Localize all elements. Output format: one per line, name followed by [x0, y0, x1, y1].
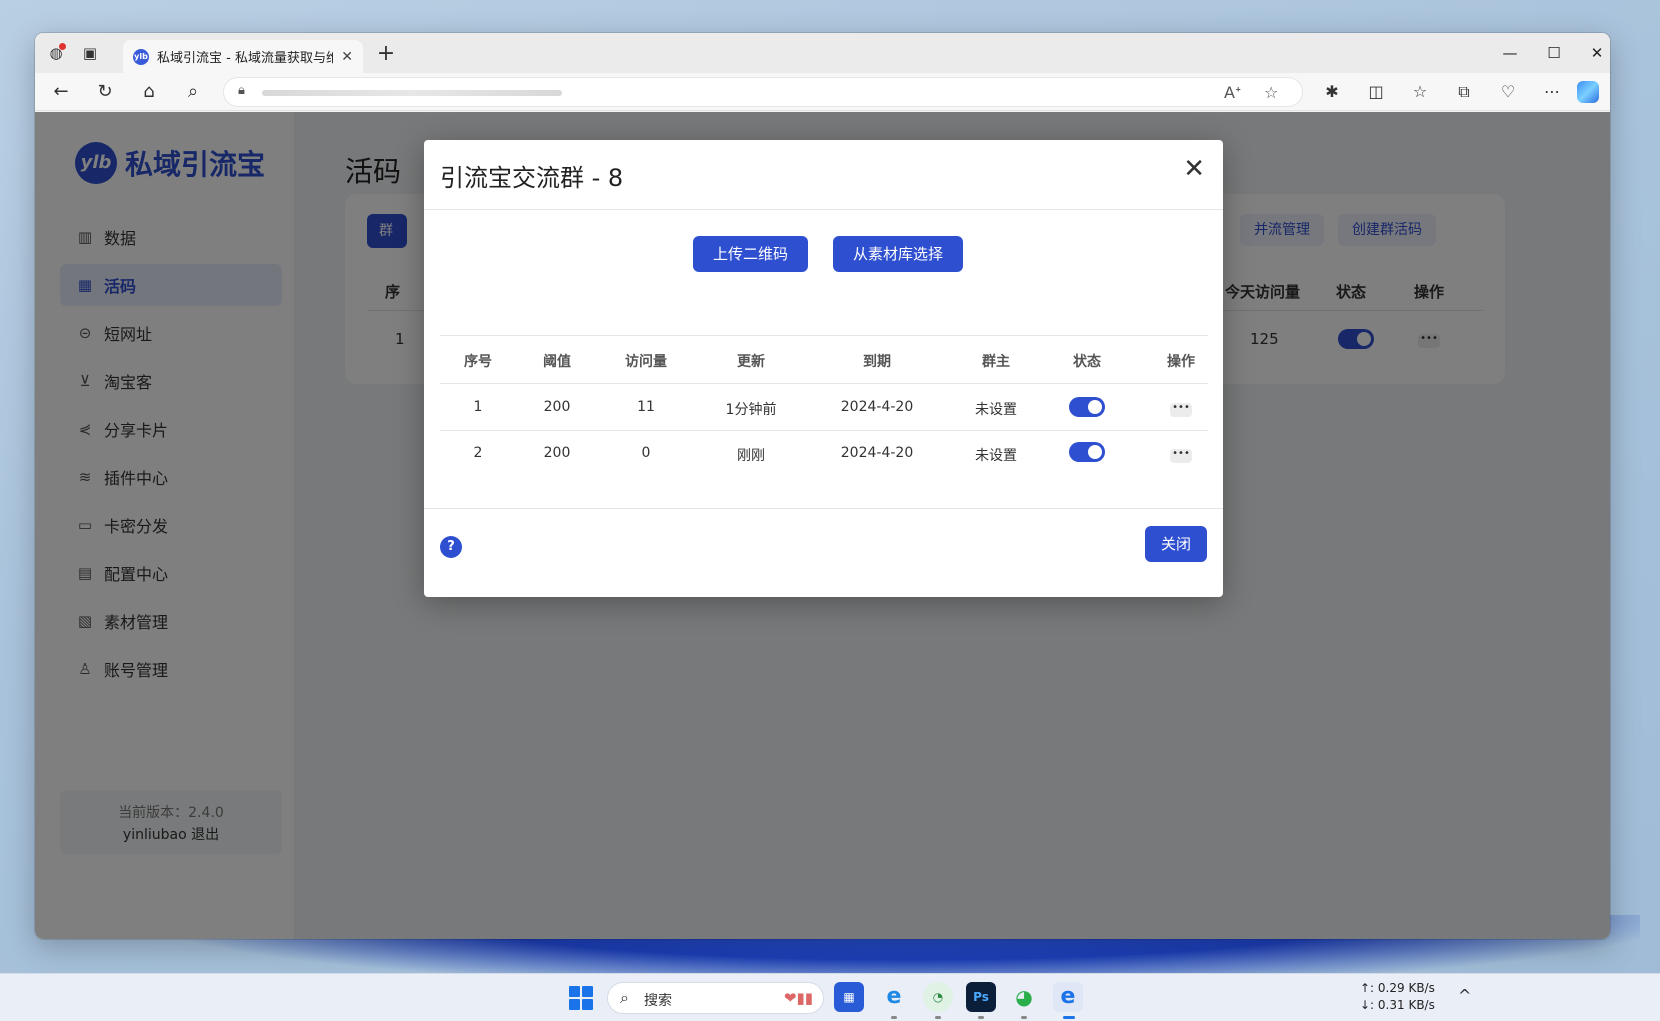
copilot-icon[interactable] — [1577, 81, 1599, 103]
taskbar-search[interactable]: ⌕ 搜索 ❤▮▮ — [607, 982, 824, 1014]
cell-visits: 11 — [637, 399, 655, 415]
wechat-icon[interactable]: ◕ — [1009, 982, 1039, 1012]
chat-app-icon[interactable]: ◔ — [923, 982, 953, 1012]
column-header-ops: 操作 — [1167, 354, 1195, 370]
search-highlight-icon: ❤▮▮ — [783, 989, 813, 1007]
network-speed: ↑: 0.29 KB/s ↓: 0.31 KB/s — [1360, 980, 1435, 1014]
column-header-updated: 更新 — [737, 354, 765, 370]
help-icon[interactable]: ? — [440, 536, 462, 558]
row-more-button[interactable]: ••• — [1170, 449, 1192, 463]
modal-title: 引流宝交流群 - 8 — [440, 164, 624, 192]
tab-actions-icon[interactable]: ▣ — [79, 42, 101, 64]
search-icon: ⌕ — [620, 988, 629, 1007]
modal-close-icon[interactable]: ✕ — [1183, 154, 1205, 184]
edge-icon[interactable]: e — [1053, 982, 1083, 1012]
more-menu-icon[interactable]: ⋯ — [1539, 80, 1565, 104]
refresh-icon[interactable]: ↻ — [92, 80, 118, 104]
photoshop-icon[interactable]: Ps — [966, 982, 996, 1012]
taskbar: ⌕ 搜索 ❤▮▮ ▦ e ◔ Ps ◕ e ↑: 0.29 KB/s ↓: 0.… — [0, 973, 1660, 1021]
favicon-icon: ylb — [133, 48, 149, 65]
back-icon[interactable]: ← — [48, 80, 74, 104]
search-placeholder: 搜索 — [644, 993, 672, 1009]
cell-seq: 1 — [473, 399, 483, 415]
net-download: ↓: 0.31 KB/s — [1360, 998, 1435, 1012]
store-icon[interactable]: ▦ — [834, 982, 864, 1012]
app-indicator — [1021, 1016, 1027, 1019]
cell-seq: 2 — [473, 445, 483, 461]
collections-icon[interactable]: ⧉ — [1451, 80, 1477, 104]
status-toggle[interactable] — [1069, 397, 1105, 417]
app-indicator — [891, 1016, 897, 1019]
favorites-icon[interactable]: ☆ — [1407, 80, 1433, 104]
app-indicator-active — [1063, 1016, 1075, 1019]
ie-icon[interactable]: e — [879, 982, 909, 1012]
new-tab-button[interactable]: + — [371, 41, 401, 66]
cell-owner: 未设置 — [975, 402, 1017, 418]
performance-icon[interactable]: ♡ — [1495, 80, 1521, 104]
column-header-owner: 群主 — [982, 354, 1010, 370]
search-icon[interactable]: ⌕ — [180, 80, 206, 104]
cell-visits: 0 — [641, 445, 651, 461]
minimize-button[interactable]: — — [1488, 39, 1532, 67]
tray-chevron-icon[interactable]: ^ — [1458, 986, 1471, 1005]
column-header-seq: 序号 — [464, 354, 492, 370]
read-aloud-icon[interactable]: Aᐩ — [1224, 83, 1241, 102]
modal-header: 引流宝交流群 - 8 ✕ — [424, 140, 1223, 210]
lock-icon[interactable]: 🔒︎ — [238, 83, 245, 98]
column-header-status: 状态 — [1073, 354, 1101, 370]
group-code-modal: 引流宝交流群 - 8 ✕ 上传二维码 从素材库选择 序号 阈值 访问量 更新 到… — [424, 140, 1223, 597]
cell-updated: 1分钟前 — [725, 402, 777, 418]
url-text — [262, 90, 562, 96]
maximize-button[interactable]: ☐ — [1532, 39, 1576, 67]
column-header-visits: 访问量 — [625, 354, 667, 370]
column-header-expire: 到期 — [863, 354, 891, 370]
cell-threshold: 200 — [543, 445, 571, 461]
cell-threshold: 200 — [543, 399, 571, 415]
browser-tab[interactable]: ylb 私域引流宝 - 私域流量获取与维护 ✕ — [123, 40, 363, 73]
split-screen-icon[interactable]: ◫ — [1363, 80, 1389, 104]
cell-owner: 未设置 — [975, 448, 1017, 464]
select-from-library-button[interactable]: 从素材库选择 — [833, 236, 964, 272]
cell-expire: 2024-4-20 — [840, 399, 914, 415]
status-toggle[interactable] — [1069, 442, 1105, 462]
tab-bar: ◍ ▣ ylb 私域引流宝 - 私域流量获取与维护 ✕ + — ☐ ✕ — [35, 33, 1610, 73]
home-icon[interactable]: ⌂ — [136, 80, 162, 104]
app-indicator — [978, 1016, 984, 1019]
favorite-star-icon[interactable]: ☆ — [1264, 83, 1278, 102]
app-indicator — [935, 1016, 941, 1019]
row-more-button[interactable]: ••• — [1170, 403, 1192, 417]
net-upload: ↑: 0.29 KB/s — [1360, 981, 1435, 995]
upload-qrcode-button[interactable]: 上传二维码 — [693, 236, 809, 272]
table-row: 2 200 0 刚刚 2024-4-20 未设置 ••• — [440, 431, 1208, 478]
tab-close-icon[interactable]: ✕ — [341, 49, 353, 65]
address-bar: ← ↻ ⌂ ⌕ 🔒︎ Aᐩ ☆ ✱ ◫ ☆ ⧉ ♡ ⋯ — [35, 73, 1610, 111]
notification-dot — [59, 43, 66, 50]
cell-updated: 刚刚 — [737, 448, 765, 464]
url-input[interactable]: 🔒︎ Aᐩ ☆ — [223, 77, 1303, 107]
tab-title: 私域引流宝 - 私域流量获取与维护 — [157, 51, 334, 66]
windows-start-icon[interactable] — [569, 986, 593, 1010]
cell-expire: 2024-4-20 — [840, 445, 914, 461]
close-button[interactable]: 关闭 — [1144, 526, 1207, 562]
profile-icon[interactable]: ◍ — [45, 42, 67, 64]
extensions-icon[interactable]: ✱ — [1319, 80, 1345, 104]
window-close-button[interactable]: ✕ — [1575, 39, 1610, 67]
column-header-threshold: 阈值 — [543, 354, 571, 370]
table-header-row: 序号 阈值 访问量 更新 到期 群主 状态 操作 — [440, 335, 1208, 384]
modal-footer-divider — [424, 508, 1223, 509]
table-row: 1 200 11 1分钟前 2024-4-20 未设置 ••• — [440, 384, 1208, 431]
